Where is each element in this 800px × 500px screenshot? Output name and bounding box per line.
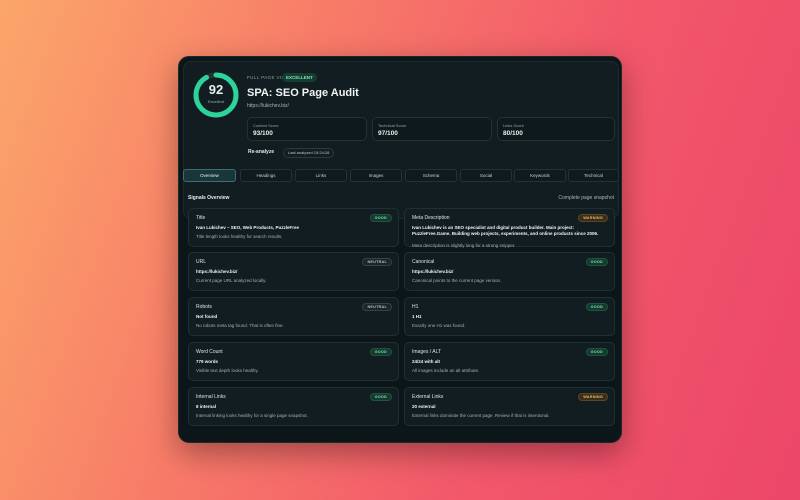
tab-social[interactable]: Social [460,169,512,182]
tab-schema[interactable]: Schema [405,169,457,182]
technical-score-value: 97/100 [378,130,398,137]
reanalyze-button[interactable]: Re-analyze [248,149,274,155]
tab-overview[interactable]: Overview [183,169,236,182]
signal-card-meta-description: Meta Description WARNING Ivan Lukichev i… [404,208,615,248]
tab-links[interactable]: Links [295,169,347,182]
status-badge: GOOD [369,348,392,356]
signal-desc: Title length looks healthy for search re… [196,234,283,239]
page-url: https://lukichev.biz/ [247,103,289,109]
signal-desc: Meta description is slightly long for a … [412,243,516,248]
signal-label: Title [196,215,206,221]
rating-badge: EXCELLENT [282,73,317,82]
signal-label: Canonical [412,259,435,265]
content-score-value: 93/100 [253,130,273,137]
signal-desc: No robots meta tag found. That is often … [196,323,284,328]
signal-value: https://lukichev.biz/ [412,269,454,274]
signal-card-h1: H1 GOOD 1 H1 Exactly one H1 was found. [404,297,615,336]
tab-headings[interactable]: Headings [240,169,292,182]
technical-score-box: Technical Score 97/100 [372,117,492,141]
signal-desc: All images include an alt attribute. [412,368,480,373]
signal-card-title: Title GOOD Ivan Lukichev – SEO, Web Prod… [188,208,399,247]
signal-desc: External links dominate the current page… [412,413,550,418]
signal-value: https://lukichev.biz/ [196,269,238,274]
signal-value: Ivan Lukichev – SEO, Web Products, Puzzl… [196,225,299,230]
links-score-label: Links Score [503,123,524,128]
links-score-box: Links Score 80/100 [497,117,615,141]
content-score-label: Content Score [253,123,279,128]
signal-desc: Visible text depth looks healthy. [196,368,259,373]
overall-score-label: Excellent [207,99,225,104]
signals-panel: Signals Overview Complete page snapshot … [183,188,619,440]
last-analyzed-badge: Last analyzed 15:24:28 [283,148,335,158]
signal-label: Meta Description [412,215,450,221]
signal-value: 8 internal [196,404,217,409]
content-score-box: Content Score 93/100 [247,117,367,141]
signal-label: Robots [196,304,212,310]
signal-card-word-count: Word Count GOOD 779 words Visible text d… [188,342,399,381]
tab-images[interactable]: Images [350,169,402,182]
signal-label: External Links [412,394,444,400]
signal-card-internal-links: Internal Links GOOD 8 internal Internal … [188,387,399,426]
status-badge: GOOD [369,393,392,401]
signal-card-images-alt: Images / ALT GOOD 24/24 with alt All ima… [404,342,615,381]
seo-audit-window: 92 Excellent FULL PAGE VIEW EXCELLENT SP… [178,56,622,443]
signal-desc: Internal linking looks healthy for a sin… [196,413,308,418]
signal-card-robots: Robots NEUTRAL Not found No robots meta … [188,297,399,336]
signal-card-external-links: External Links WARNING 20 external Exter… [404,387,615,426]
status-badge: NEUTRAL [362,258,392,266]
signal-value: Not found [196,314,218,319]
signal-value: 779 words [196,359,219,364]
status-badge: WARNING [578,393,608,401]
page-title: SPA: SEO Page Audit [247,87,359,99]
technical-score-label: Technical Score [378,123,407,128]
links-score-value: 80/100 [503,130,523,137]
signal-desc: Canonical points to the current page ver… [412,278,502,283]
signal-label: H1 [412,304,419,310]
signal-value: 20 external [412,404,436,409]
overall-score: 92 [208,82,224,97]
signal-card-canonical: Canonical GOOD https://lukichev.biz/ Can… [404,252,615,291]
signal-card-url: URL NEUTRAL https://lukichev.biz/ Curren… [188,252,399,291]
signals-title: Signals Overview [188,195,230,201]
tab-keywords[interactable]: Keywords [514,169,566,182]
signal-label: Word Count [196,349,223,355]
status-badge: GOOD [369,214,392,222]
signals-subtitle: Complete page snapshot [558,195,614,201]
signal-label: Internal Links [196,394,226,400]
tab-bar: Overview Headings Links Images Schema So… [183,169,619,183]
signal-value: Ivan Lukichev is an SEO specialist and d… [412,225,599,236]
status-badge: WARNING [578,214,608,222]
signal-desc: Exactly one H1 was found. [412,323,466,328]
status-badge: GOOD [585,258,608,266]
status-badge: GOOD [585,348,608,356]
signal-value: 24/24 with alt [412,359,441,364]
signal-label: Images / ALT [412,349,442,355]
signal-desc: Current page URL analyzed locally. [196,278,267,283]
status-badge: GOOD [585,303,608,311]
tab-technical[interactable]: Technical [568,169,619,182]
signal-value: 1 H1 [412,314,422,319]
status-badge: NEUTRAL [362,303,392,311]
signal-label: URL [196,259,207,265]
